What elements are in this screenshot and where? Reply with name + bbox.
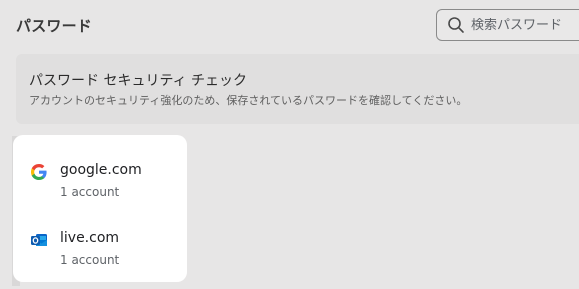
search-input[interactable] [471,17,579,33]
site-item-live[interactable]: live.com 1 account [13,228,187,288]
page-title: パスワード [16,17,93,35]
search-box[interactable] [436,9,579,41]
outlook-icon [31,234,47,246]
password-checkup-card[interactable]: パスワード セキュリティ チェック アカウントのセキュリティ強化のため、保存され… [16,54,579,124]
google-icon [31,164,47,180]
checkup-description: アカウントのセキュリティ強化のため、保存されているパスワードを確認してください。 [29,94,468,107]
site-item-google[interactable]: google.com 1 account [13,160,187,220]
site-name: live.com [60,230,120,246]
site-account-count: 1 account [60,185,120,199]
site-account-count: 1 account [60,253,120,267]
saved-sites-list: google.com 1 account live.com 1 account [13,135,187,282]
checkup-title: パスワード セキュリティ チェック [29,73,248,89]
search-icon [448,17,464,33]
site-name: google.com [60,162,142,178]
